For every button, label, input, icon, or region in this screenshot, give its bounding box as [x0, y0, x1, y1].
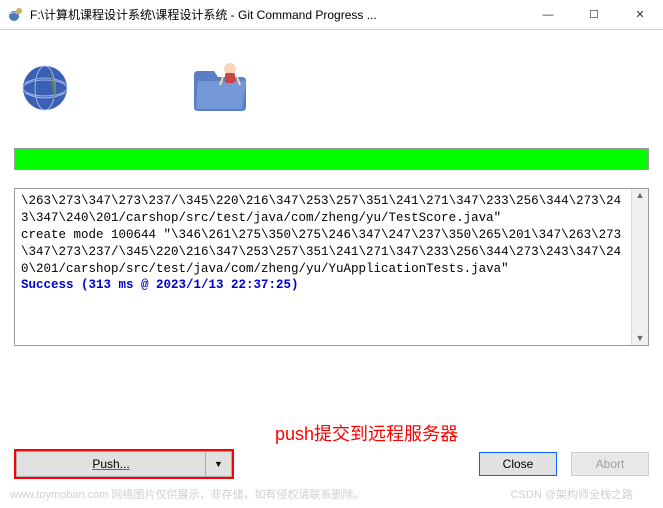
minimize-button[interactable]: —	[525, 0, 571, 29]
app-icon	[8, 7, 24, 23]
log-line: create mode 100644 "\346\261\275\350\275…	[21, 227, 625, 278]
folder-person-icon	[190, 59, 254, 120]
close-button-label: Close	[503, 457, 534, 471]
window-title: F:\计算机课程设计系统\课程设计系统 - Git Command Progre…	[30, 6, 525, 23]
button-row: Push... ▼ Close Abort	[14, 450, 649, 478]
log-output: \263\273\347\273\237/\345\220\216\347\25…	[14, 188, 649, 346]
progress-bar	[14, 148, 649, 170]
annotation-text: push提交到远程服务器	[275, 420, 458, 446]
abort-button: Abort	[571, 452, 649, 476]
push-button-label: Push...	[92, 457, 129, 471]
abort-button-label: Abort	[596, 457, 625, 471]
close-window-button[interactable]: ✕	[617, 0, 663, 29]
watermark-right: CSDN @架构师全栈之路	[511, 486, 633, 502]
push-dropdown-button[interactable]: ▼	[206, 451, 232, 477]
log-text[interactable]: \263\273\347\273\237/\345\220\216\347\25…	[15, 189, 631, 345]
close-button[interactable]: Close	[479, 452, 557, 476]
log-success: Success (313 ms @ 2023/1/13 22:37:25)	[21, 277, 625, 294]
scroll-down-icon[interactable]: ▼	[636, 334, 645, 343]
globe-icon	[20, 63, 70, 116]
push-button-highlight: Push... ▼	[14, 449, 234, 479]
graphics-row	[0, 30, 663, 148]
titlebar: F:\计算机课程设计系统\课程设计系统 - Git Command Progre…	[0, 0, 663, 30]
chevron-down-icon: ▼	[214, 459, 223, 469]
maximize-button[interactable]: ☐	[571, 0, 617, 29]
log-line: \263\273\347\273\237/\345\220\216\347\25…	[21, 193, 625, 227]
push-button[interactable]: Push...	[16, 451, 206, 477]
watermark-left: www.toymoban.com 网络图片仅供展示，非存储，如有侵权请联系删除。	[10, 486, 364, 502]
scrollbar[interactable]: ▲ ▼	[631, 189, 648, 345]
window-controls: — ☐ ✕	[525, 0, 663, 29]
scroll-up-icon[interactable]: ▲	[636, 191, 645, 200]
